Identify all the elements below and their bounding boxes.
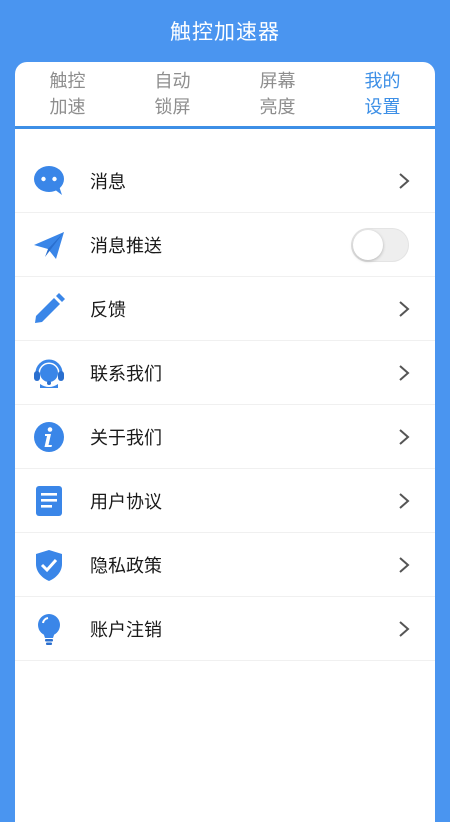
chevron-right-icon	[397, 492, 411, 510]
tab-auto-lock[interactable]: 自动锁屏	[120, 62, 225, 126]
settings-item-user-agreement[interactable]: 用户协议	[15, 469, 435, 533]
settings-item-messages[interactable]: 消息	[15, 149, 435, 213]
chevron-right-icon	[397, 556, 411, 574]
settings-item-privacy-policy[interactable]: 隐私政策	[15, 533, 435, 597]
chevron-right-icon	[397, 300, 411, 318]
settings-item-label: 关于我们	[90, 427, 162, 449]
tab-indicator	[15, 126, 120, 129]
settings-item-label: 联系我们	[90, 363, 162, 385]
chat-bubble-icon	[32, 164, 66, 198]
settings-item-about-us[interactable]: 关于我们	[15, 405, 435, 469]
settings-item-label: 账户注销	[90, 619, 162, 641]
settings-list: 消息 消息推送 反馈 联系我们 关于我们 用户协议 隐私政策 账户注销	[15, 149, 435, 661]
settings-item-delete-account[interactable]: 账户注销	[15, 597, 435, 661]
toggle-knob	[353, 229, 383, 260]
settings-item-label: 消息推送	[90, 235, 162, 257]
settings-item-push-notifications: 消息推送	[15, 213, 435, 277]
app-title: 触控加速器	[170, 20, 280, 44]
shield-check-icon	[32, 548, 66, 582]
chevron-right-icon	[397, 172, 411, 190]
settings-item-label: 反馈	[90, 299, 126, 321]
settings-item-label: 消息	[90, 171, 126, 193]
settings-item-label: 隐私政策	[90, 555, 162, 577]
chevron-right-icon	[397, 428, 411, 446]
paper-plane-icon	[32, 228, 66, 262]
tab-bar: 触控加速 自动锁屏 屏幕亮度 我的设置	[15, 62, 435, 129]
pencil-icon	[32, 292, 66, 326]
lightbulb-icon	[32, 612, 66, 646]
chevron-right-icon	[397, 620, 411, 638]
headset-icon	[32, 356, 66, 390]
settings-item-label: 用户协议	[90, 491, 162, 513]
tab-my-settings[interactable]: 我的设置	[330, 62, 435, 126]
chevron-right-icon	[397, 364, 411, 382]
main-card: 触控加速 自动锁屏 屏幕亮度 我的设置 消息 消息推送 反馈 联系我们 关于我们…	[15, 62, 435, 822]
settings-item-contact-us[interactable]: 联系我们	[15, 341, 435, 405]
document-icon	[32, 484, 66, 518]
info-icon	[32, 420, 66, 454]
tab-screen-brightness[interactable]: 屏幕亮度	[225, 62, 330, 126]
push-notification-toggle[interactable]	[351, 227, 409, 262]
tab-touch-acceleration[interactable]: 触控加速	[15, 62, 120, 126]
settings-item-feedback[interactable]: 反馈	[15, 277, 435, 341]
